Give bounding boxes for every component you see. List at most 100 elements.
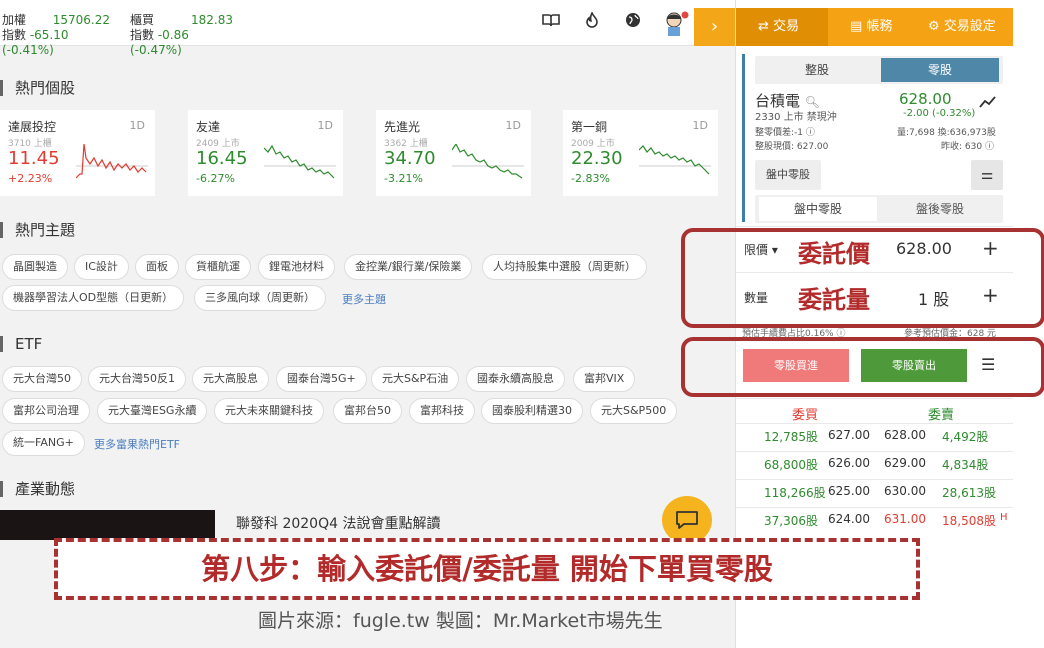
odd-lot-tab[interactable]: 零股 (881, 58, 999, 82)
bid-quantity: 37,306股 (764, 514, 818, 528)
info-icon: ⓘ (984, 142, 994, 152)
news-headline[interactable]: 聯發科 2020Q4 法說會重點解讀 (236, 513, 440, 533)
stock-card-price: 34.70 (384, 148, 436, 169)
tab-account[interactable]: ▤ 帳務 (850, 8, 920, 46)
hot-topics-title: 熱門主題 (0, 222, 75, 238)
divider (736, 226, 1013, 227)
ask-quantity: 4,834股 (942, 458, 989, 472)
stock-price: 628.00 (899, 90, 952, 108)
sparkline (264, 144, 336, 179)
index-label2: 指數 -65.10 (-0.41%) (2, 28, 69, 57)
after-hours-session-tab[interactable]: 盤後零股 (881, 197, 999, 221)
index-value: 15706.22 (52, 13, 110, 27)
stock-card-period: 1D (692, 119, 708, 132)
stock-card-change: -6.27% (196, 172, 235, 185)
etf-tag[interactable]: 元大S&P500 (590, 398, 678, 424)
etf-tag[interactable]: 富邦公司治理 (2, 398, 90, 424)
stock-card[interactable]: 達展投控 3710 上櫃 1D 11.45 +2.23% (0, 110, 155, 196)
topic-tag[interactable]: 人均持股集中選股（周更新） (482, 254, 647, 280)
stock-card[interactable]: 第一銅 2009 上市 1D 22.30 -2.83% (563, 110, 718, 196)
stock-card[interactable]: 先進光 3362 上櫃 1D 34.70 -3.21% (376, 110, 531, 196)
stock-card[interactable]: 友達 2409 上市 1D 16.45 -6.27% (188, 110, 343, 196)
stock-card-period: 1D (317, 119, 333, 132)
topic-tag[interactable]: 貨櫃航運 (185, 254, 251, 280)
sparkline (452, 144, 524, 179)
ask-price: 630.00 (884, 484, 926, 498)
otc-index[interactable]: 櫃買 指數 -0.86 (-0.47%) 182.83 (130, 13, 233, 58)
news-thumbnail[interactable] (0, 510, 215, 540)
gear-icon: ⚙ (928, 19, 940, 34)
fire-icon[interactable] (585, 10, 599, 32)
expand-panel-button[interactable]: › (694, 8, 735, 46)
divider (736, 423, 1013, 424)
stock-card-change: +2.23% (8, 172, 53, 185)
bid-price: 624.00 (828, 512, 870, 526)
topic-tag[interactable]: 晶圓製造 (2, 254, 68, 280)
stock-card-period: 1D (505, 119, 521, 132)
etf-tag[interactable]: 統一FANG+ (2, 430, 85, 456)
bid-header: 委買 (792, 408, 819, 423)
lot-spread: 整零價差:-1 ⓘ (755, 128, 815, 138)
index-value: 182.83 (191, 13, 233, 27)
intraday-session-tab[interactable]: 盤中零股 (759, 197, 877, 221)
topic-tag[interactable]: 面板 (135, 254, 179, 280)
topic-tag[interactable]: 鋰電池材料 (258, 254, 335, 280)
stock-card-price: 16.45 (196, 148, 248, 169)
chat-bubble-icon (676, 511, 698, 529)
taiex-index[interactable]: 加權 指數 -65.10 (-0.41%) 15706.22 (2, 13, 110, 58)
etf-tag[interactable]: 元大未來關鍵科技 (214, 398, 324, 424)
stock-card-name: 達展投控 (8, 120, 57, 134)
etf-tag[interactable]: 元大S&P石油 (371, 366, 460, 392)
ask-price: 629.00 (884, 456, 926, 470)
settings-sliders-icon[interactable]: ⚌ (971, 160, 1003, 190)
book-icon[interactable] (542, 12, 560, 32)
input-highlight-box (681, 228, 1044, 328)
chat-button[interactable] (662, 496, 712, 544)
etf-tag[interactable]: 元大高股息 (192, 366, 269, 392)
intraday-odd-button[interactable]: 盤中零股 (755, 160, 821, 190)
prev-close: 昨收: 630 ⓘ (941, 142, 994, 152)
bid-price: 625.00 (828, 484, 870, 498)
etf-tag[interactable]: 國泰股利精選30 (481, 398, 583, 424)
divider (736, 507, 1013, 508)
volume-info: 量:7,698 換:636,973股 (897, 128, 996, 138)
etf-tag[interactable]: 富邦台50 (333, 398, 402, 424)
more-topics-link[interactable]: 更多主題 (342, 291, 386, 307)
industry-title: 產業動態 (0, 481, 75, 497)
chart-trend-icon[interactable] (979, 94, 997, 113)
avatar-icon[interactable] (663, 10, 689, 40)
etf-tag[interactable]: 元大台灣50 (2, 366, 82, 392)
topic-tag[interactable]: 機器學習法人OD型態（日更新） (2, 285, 185, 311)
sparkline (76, 144, 148, 179)
ask-quantity: 28,613股 (942, 486, 996, 500)
whole-lot-tab[interactable]: 整股 (759, 58, 875, 82)
etf-title: ETF (0, 336, 42, 352)
more-etf-link[interactable]: 更多富果熱門ETF (94, 436, 180, 452)
divider (736, 451, 1013, 452)
etf-tag[interactable]: 元大臺灣ESG永續 (97, 398, 208, 424)
search-icon[interactable]: 🔍︎ (805, 95, 820, 109)
etf-tag[interactable]: 國泰台灣5G+ (276, 366, 367, 392)
stock-card-price: 22.30 (571, 148, 623, 169)
topic-tag[interactable]: 金控業/銀行業/保險業 (344, 254, 473, 280)
ask-quantity: 4,492股 (942, 430, 989, 444)
sparkline (639, 145, 711, 175)
ask-price: 628.00 (884, 428, 926, 442)
bid-price: 626.00 (828, 456, 870, 470)
etf-tag[interactable]: 元大台灣50反1 (88, 366, 186, 392)
etf-tag[interactable]: 國泰永續高股息 (466, 366, 565, 392)
topic-tag[interactable]: 三多風向球（周更新） (194, 285, 326, 311)
stock-code: 2330 上市 禁現沖 (755, 112, 837, 123)
index-label2: 指數 -0.86 (-0.47%) (130, 28, 189, 57)
etf-tag[interactable]: 富邦VIX (573, 366, 636, 392)
topic-tag[interactable]: IC設計 (74, 254, 129, 280)
ask-quantity: 18,508股 (942, 514, 996, 528)
stock-card-change: -2.83% (571, 172, 610, 185)
tab-trade[interactable]: ⇄ 交易 (736, 8, 828, 46)
button-highlight-box (681, 337, 1044, 397)
ask-header: 委賣 (928, 408, 955, 423)
tab-trade-settings[interactable]: ⚙ 交易設定 (928, 8, 1013, 46)
etf-tag[interactable]: 富邦科技 (409, 398, 475, 424)
divider (736, 479, 1013, 480)
globe-icon[interactable] (625, 12, 641, 32)
